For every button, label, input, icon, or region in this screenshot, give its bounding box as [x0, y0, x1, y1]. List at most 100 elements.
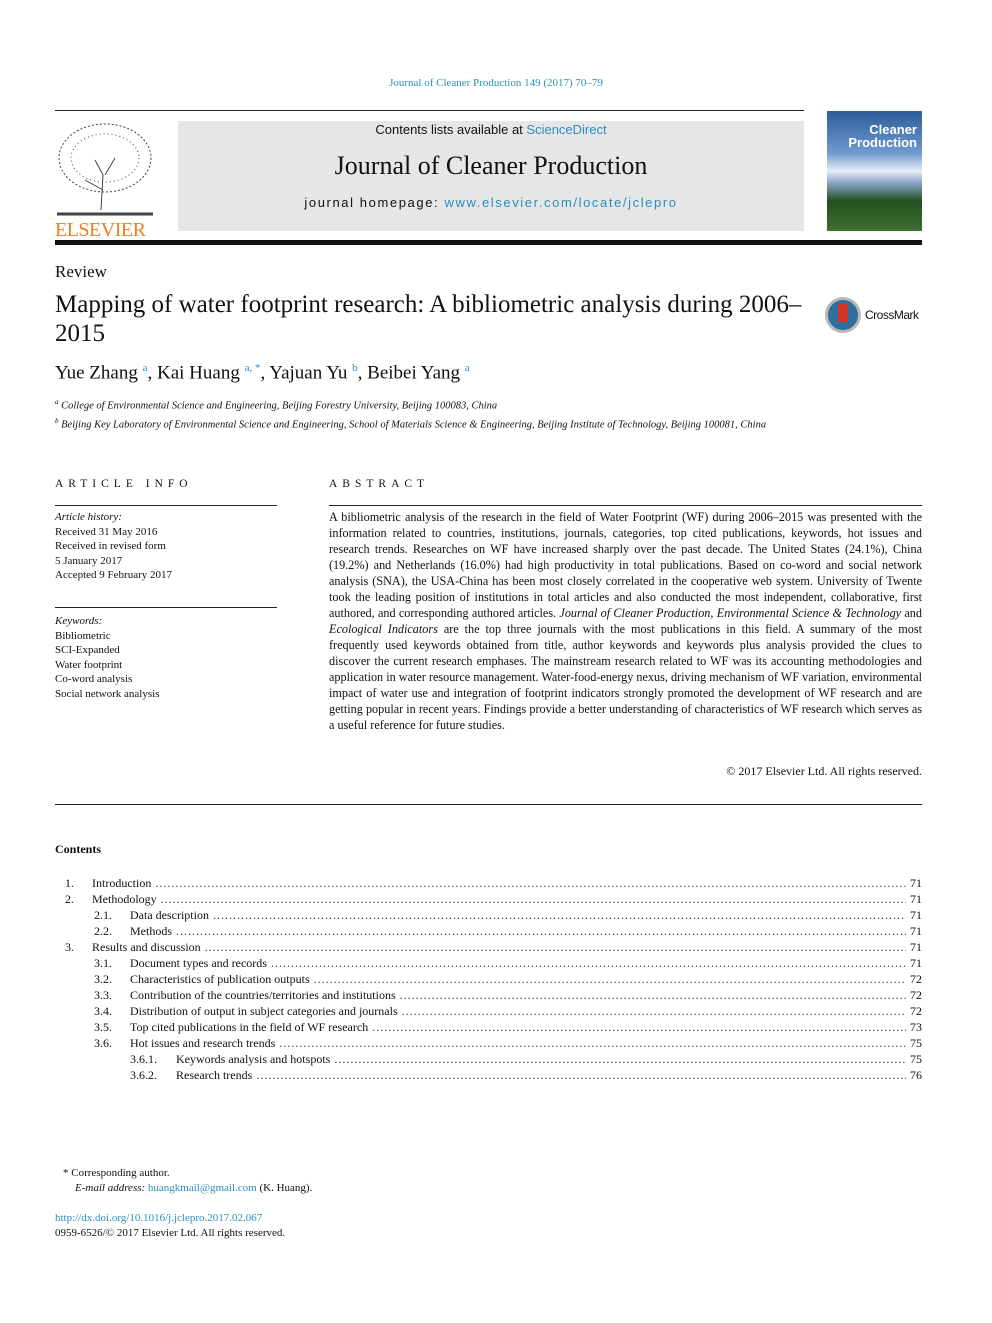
- email-link[interactable]: huangkmail@gmail.com: [148, 1182, 257, 1194]
- toc-title[interactable]: Characteristics of publication outputs: [130, 971, 310, 987]
- toc-number: 2.1.: [94, 908, 112, 922]
- history-item: 5 January 2017: [55, 554, 123, 567]
- toc-leader: [372, 1019, 906, 1035]
- toc-entry[interactable]: 1. Introduction 71: [55, 875, 922, 891]
- toc-entry[interactable]: 3.5. Top cited publications in the field …: [55, 1019, 922, 1035]
- toc-entry[interactable]: 3.6.2. Research trends 76: [55, 1067, 922, 1083]
- toc-number: 1.: [65, 876, 74, 890]
- article-history: Article history: Received 31 May 2016 Re…: [55, 510, 172, 583]
- toc-number: 3.6.1.: [130, 1052, 157, 1066]
- divider: [55, 607, 277, 608]
- affiliations: a College of Environmental Science and E…: [55, 395, 795, 432]
- contents-prefix: Contents lists available at: [375, 122, 527, 137]
- affil-mark: a: [55, 398, 59, 406]
- toc-page[interactable]: 75: [910, 1035, 922, 1051]
- author[interactable]: Beibei Yang: [367, 362, 460, 383]
- sciencedirect-link[interactable]: ScienceDirect: [526, 122, 606, 137]
- toc-leader: [334, 1051, 906, 1067]
- author[interactable]: Yajuan Yu: [269, 362, 347, 383]
- toc-page[interactable]: 71: [910, 923, 922, 939]
- elsevier-logo[interactable]: ELSEVIER: [55, 120, 155, 240]
- crossmark-button[interactable]: CrossMark: [825, 297, 919, 333]
- toc-page[interactable]: 72: [910, 987, 922, 1003]
- article-title: Mapping of water footprint research: A b…: [55, 291, 802, 347]
- contents-heading: Contents: [55, 842, 102, 856]
- toc-page[interactable]: 71: [910, 955, 922, 971]
- crossmark-label: CrossMark: [865, 308, 919, 322]
- toc-title[interactable]: Data description: [130, 907, 209, 923]
- history-label: Article history:: [55, 511, 122, 523]
- toc-title[interactable]: Methodology: [92, 891, 157, 907]
- toc-entry[interactable]: 3.6. Hot issues and research trends 75: [55, 1035, 922, 1051]
- toc-number: 3.5.: [94, 1020, 112, 1034]
- toc-leader: [213, 907, 906, 923]
- author[interactable]: Kai Huang: [157, 362, 240, 383]
- divider: [55, 804, 922, 805]
- toc-number: 3.1.: [94, 956, 112, 970]
- toc-entry[interactable]: 3. Results and discussion 71: [55, 939, 922, 955]
- doi-link[interactable]: http://dx.doi.org/10.1016/j.jclepro.2017…: [55, 1212, 262, 1224]
- toc-entry[interactable]: 3.2. Characteristics of publication outpu…: [55, 971, 922, 987]
- toc-leader: [402, 1003, 906, 1019]
- keyword: Co-word analysis: [55, 673, 133, 685]
- divider: [55, 110, 804, 111]
- divider: [329, 505, 922, 506]
- article-info-heading: ARTICLE INFO: [55, 478, 193, 490]
- toc-title[interactable]: Document types and records: [130, 955, 267, 971]
- footnote: * Corresponding author. E-mail address: …: [55, 1166, 312, 1196]
- toc-title[interactable]: Contribution of the countries/territorie…: [130, 987, 396, 1003]
- toc-page[interactable]: 71: [910, 891, 922, 907]
- homepage-prefix: journal homepage:: [304, 195, 445, 210]
- toc-page[interactable]: 76: [910, 1067, 922, 1083]
- cover-title-line2: Production: [848, 135, 917, 150]
- abstract-copyright: © 2017 Elsevier Ltd. All rights reserved…: [726, 764, 922, 778]
- toc-title[interactable]: Distribution of output in subject catego…: [130, 1003, 398, 1019]
- author-affil-mark[interactable]: a: [143, 362, 148, 374]
- journal-cover-image[interactable]: Cleaner Production: [827, 111, 922, 231]
- toc-page[interactable]: 75: [910, 1051, 922, 1067]
- toc-entry[interactable]: 3.1. Document types and records 71: [55, 955, 922, 971]
- keywords: Keywords: Bibliometric SCI-Expanded Wate…: [55, 614, 159, 701]
- toc-title[interactable]: Hot issues and research trends: [130, 1035, 275, 1051]
- toc-number: 3.: [65, 940, 74, 954]
- toc-page[interactable]: 71: [910, 875, 922, 891]
- history-item: Received 31 May 2016: [55, 525, 158, 538]
- toc-title[interactable]: Research trends: [176, 1067, 252, 1083]
- toc-entry[interactable]: 3.4. Distribution of output in subject ca…: [55, 1003, 922, 1019]
- toc-entry[interactable]: 2. Methodology 71: [55, 891, 922, 907]
- journal-homepage: journal homepage: www.elsevier.com/locat…: [178, 195, 804, 210]
- toc-entry[interactable]: 2.1. Data description 71: [55, 907, 922, 923]
- keyword: Social network analysis: [55, 687, 160, 700]
- toc-leader: [279, 1035, 906, 1051]
- crossmark-icon: [825, 297, 861, 333]
- article-type: Review: [55, 262, 107, 281]
- toc-title[interactable]: Top cited publications in the field of W…: [130, 1019, 368, 1035]
- toc-page[interactable]: 72: [910, 1003, 922, 1019]
- author-affil-mark[interactable]: a: [465, 362, 470, 374]
- toc-title[interactable]: Methods: [130, 923, 172, 939]
- toc-entry[interactable]: 3.6.1. Keywords analysis and hotspots 75: [55, 1051, 922, 1067]
- toc-title[interactable]: Introduction: [92, 875, 151, 891]
- toc-page[interactable]: 71: [910, 907, 922, 923]
- toc-page[interactable]: 71: [910, 939, 922, 955]
- toc-page[interactable]: 72: [910, 971, 922, 987]
- email-label: E-mail address:: [75, 1182, 148, 1194]
- toc-entry[interactable]: 3.3. Contribution of the countries/territ…: [55, 987, 922, 1003]
- toc-page[interactable]: 73: [910, 1019, 922, 1035]
- toc-leader: [271, 955, 906, 971]
- affil-mark: b: [55, 416, 59, 425]
- contents-available: Contents lists available at ScienceDirec…: [178, 122, 804, 137]
- toc-number: 2.: [65, 892, 74, 906]
- author-affil-mark[interactable]: a, *: [245, 362, 261, 374]
- header-rule: [55, 240, 922, 245]
- toc-entry[interactable]: 2.2. Methods 71: [55, 923, 922, 939]
- homepage-link[interactable]: www.elsevier.com/locate/jclepro: [444, 195, 677, 210]
- elsevier-tree-icon: [55, 120, 155, 216]
- toc-number: 3.3.: [94, 988, 112, 1002]
- author-affil-mark[interactable]: b: [352, 362, 358, 374]
- journal-reference-link[interactable]: Journal of Cleaner Production 149 (2017)…: [0, 77, 992, 89]
- author[interactable]: Yue Zhang: [55, 362, 138, 383]
- toc-title[interactable]: Results and discussion: [92, 939, 201, 955]
- abstract-heading: ABSTRACT: [329, 478, 430, 490]
- toc-title[interactable]: Keywords analysis and hotspots: [176, 1051, 330, 1067]
